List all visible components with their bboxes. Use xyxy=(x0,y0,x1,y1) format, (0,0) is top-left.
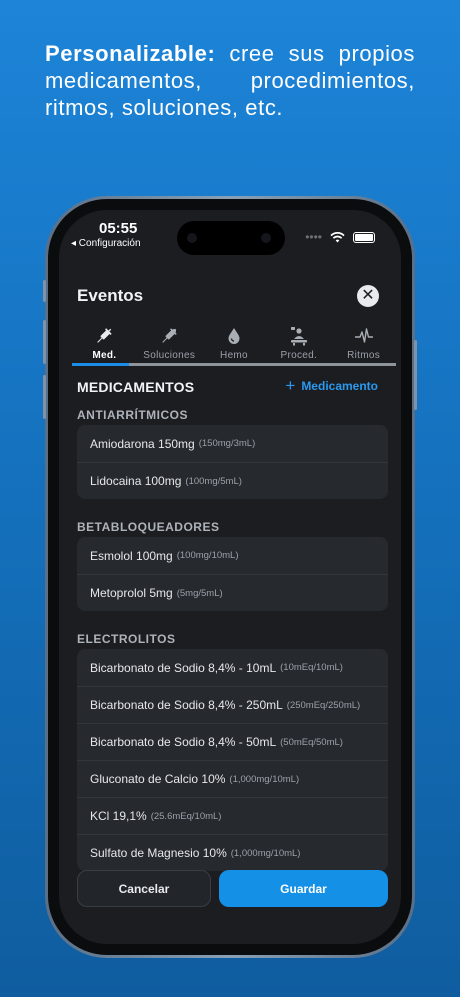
cancel-button[interactable]: Cancelar xyxy=(77,870,211,907)
group-label-betabloqueadores: BETABLOQUEADORES xyxy=(77,520,220,534)
item-dose: (1,000mg/10mL) xyxy=(229,773,300,785)
list-item[interactable]: Gluconato de Calcio 10% (1,000mg/10mL) xyxy=(77,760,388,797)
volume-down-button xyxy=(43,375,46,419)
list-item[interactable]: Amiodarona 150mg (150mg/3mL) xyxy=(77,425,388,462)
sheet-title: Eventos xyxy=(77,286,144,305)
list-item[interactable]: Sulfato de Magnesio 10% (1,000mg/10mL) xyxy=(77,834,388,871)
battery-icon xyxy=(353,231,375,243)
app-screen: 05:55 ◂ Configuración •••• Eventos ✕ Med… xyxy=(59,210,401,944)
tab-hemo[interactable]: Hemo xyxy=(202,326,267,368)
event-tabs: Med. Soluciones Hemo Proced. Ritmos xyxy=(72,326,396,368)
group-card-antiarritmicos: Amiodarona 150mg (150mg/3mL) Lidocaina 10… xyxy=(77,425,388,499)
item-name: Lidocaina 100mg xyxy=(90,474,182,488)
tab-procedimientos[interactable]: Proced. xyxy=(266,326,331,368)
add-medicamento-button[interactable]: + Medicamento xyxy=(285,376,378,395)
status-time: 05:55 xyxy=(99,220,138,237)
save-button[interactable]: Guardar xyxy=(219,870,388,907)
list-item[interactable]: Esmolol 100mg (100mg/10mL) xyxy=(77,537,388,574)
close-button[interactable]: ✕ xyxy=(357,285,379,307)
item-name: Bicarbonato de Sodio 8,4% - 50mL xyxy=(90,735,277,749)
item-dose: (250mEq/250mL) xyxy=(286,699,361,711)
wifi-icon xyxy=(330,231,345,242)
list-item[interactable]: KCl 19,1% (25.6mEq/10mL) xyxy=(77,797,388,834)
item-dose: (5mg/5mL) xyxy=(176,587,223,599)
heartbeat-icon xyxy=(354,328,373,343)
tab-label: Soluciones xyxy=(143,350,196,361)
tab-ritmos[interactable]: Ritmos xyxy=(331,326,396,368)
phone-frame: 05:55 ◂ Configuración •••• Eventos ✕ Med… xyxy=(45,196,415,958)
item-name: Esmolol 100mg xyxy=(90,548,173,563)
group-card-electrolitos: Bicarbonato de Sodio 8,4% - 10mL (10mEq/1… xyxy=(77,649,388,871)
promo-headline: Personalizable: cree sus propios medicam… xyxy=(45,40,415,121)
item-dose: (50mEq/50mL) xyxy=(280,736,343,748)
tab-medicamentos[interactable]: Med. xyxy=(72,326,137,368)
item-name: Amiodarona 150mg xyxy=(90,436,195,451)
item-name: KCl 19,1% xyxy=(90,809,147,823)
item-dose: (150mg/3mL) xyxy=(198,438,256,449)
tab-label: Ritmos xyxy=(347,350,381,361)
headline-bold: Personalizable: xyxy=(45,41,216,66)
camera-lens-icon xyxy=(187,233,197,243)
plus-icon: + xyxy=(285,376,296,395)
group-label-electrolitos: ELECTROLITOS xyxy=(77,632,176,646)
syringe-icon xyxy=(97,328,112,343)
back-to-settings-link[interactable]: ◂ Configuración xyxy=(71,238,141,249)
volume-up-button xyxy=(43,320,46,364)
item-dose: (100mg/5mL) xyxy=(185,475,242,487)
item-name: Metoprolol 5mg xyxy=(90,586,173,600)
list-item[interactable]: Bicarbonato de Sodio 8,4% - 10mL (10mEq/1… xyxy=(77,649,388,686)
add-medicamento-label: Medicamento xyxy=(301,379,378,393)
dynamic-island xyxy=(177,221,285,255)
item-dose: (25.6mEq/10mL) xyxy=(150,810,222,822)
active-tab-indicator xyxy=(72,363,129,366)
item-name: Bicarbonato de Sodio 8,4% - 250mL xyxy=(90,698,283,712)
item-dose: (10mEq/10mL) xyxy=(280,662,343,673)
group-label-antiarritmicos: ANTIARRÍTMICOS xyxy=(77,408,188,422)
status-icons: •••• xyxy=(305,230,375,244)
list-item[interactable]: Metoprolol 5mg (5mg/5mL) xyxy=(77,574,388,611)
item-name: Sulfato de Magnesio 10% xyxy=(90,846,227,860)
close-icon: ✕ xyxy=(361,287,375,304)
item-dose: (100mg/10mL) xyxy=(176,550,239,561)
item-name: Bicarbonato de Sodio 8,4% - 10mL xyxy=(90,660,277,675)
iv-syringe-icon xyxy=(162,328,177,343)
group-card-betabloqueadores: Esmolol 100mg (100mg/10mL) Metoprolol 5mg… xyxy=(77,537,388,611)
item-name: Gluconato de Calcio 10% xyxy=(90,772,226,786)
mute-switch xyxy=(43,280,46,302)
procedure-icon xyxy=(290,327,307,346)
blood-drop-icon xyxy=(228,328,240,344)
list-item[interactable]: Lidocaina 100mg (100mg/5mL) xyxy=(77,462,388,499)
list-item[interactable]: Bicarbonato de Sodio 8,4% - 50mL (50mEq/5… xyxy=(77,723,388,760)
signal-dots-icon: •••• xyxy=(305,230,322,244)
item-dose: (1,000mg/10mL) xyxy=(230,847,301,859)
tab-label: Proced. xyxy=(280,350,318,361)
sensor-icon xyxy=(261,233,271,243)
tab-label: Med. xyxy=(92,350,117,361)
phone-bezel: 05:55 ◂ Configuración •••• Eventos ✕ Med… xyxy=(48,199,412,955)
power-button xyxy=(414,340,417,410)
list-item[interactable]: Bicarbonato de Sodio 8,4% - 250mL (250mEq… xyxy=(77,686,388,723)
tab-label: Hemo xyxy=(220,350,248,361)
tab-soluciones[interactable]: Soluciones xyxy=(137,326,202,368)
section-title: MEDICAMENTOS xyxy=(77,379,195,395)
